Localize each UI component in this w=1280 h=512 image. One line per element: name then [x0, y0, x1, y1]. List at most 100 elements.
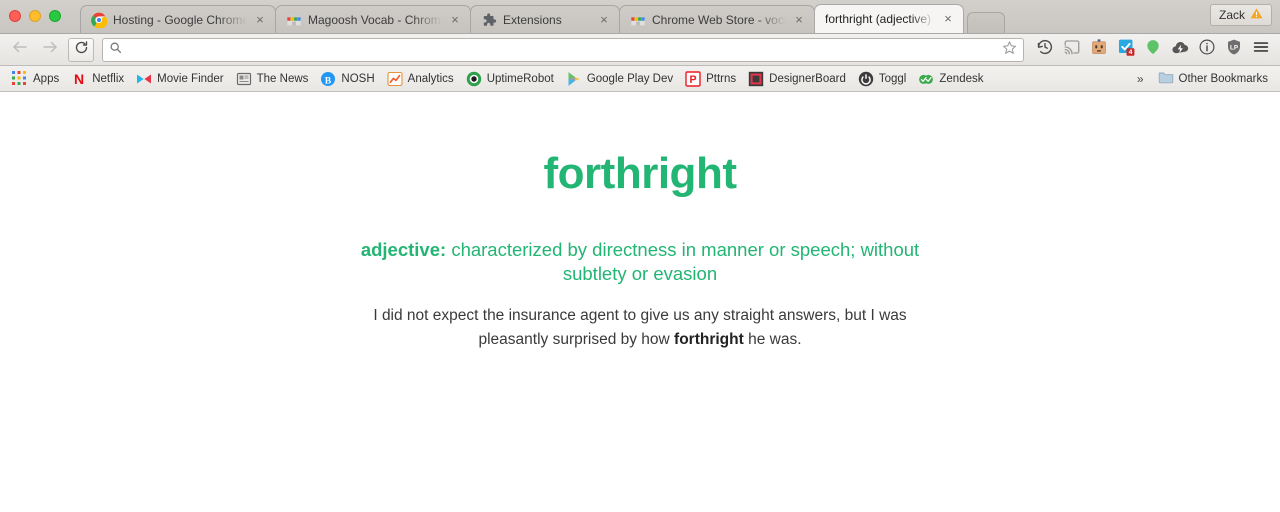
tab-title: Chrome Web Store - vocab	[652, 12, 786, 27]
tab-extensions[interactable]: Extensions ×	[470, 5, 620, 33]
extension-history-clock[interactable]	[1032, 37, 1058, 63]
tab-hosting-google-chrome[interactable]: Hosting - Google Chrome ×	[80, 5, 276, 33]
part-of-speech: adjective:	[360, 239, 447, 261]
pttrns-icon: P	[685, 70, 701, 87]
bookmark-uptimerobot[interactable]: UptimeRobot	[460, 69, 560, 89]
bookmark-netflix[interactable]: N Netflix	[65, 69, 130, 89]
bookmark-label: Other Bookmarks	[1178, 72, 1268, 85]
bookmark-movie-finder[interactable]: Movie Finder	[130, 69, 229, 89]
bookmark-label: DesignerBoard	[769, 72, 846, 85]
bookmark-label: The News	[256, 72, 309, 85]
star-icon[interactable]	[1002, 40, 1017, 60]
news-icon	[236, 71, 252, 87]
apps-grid-icon	[12, 70, 28, 87]
tab-close-button[interactable]: ×	[941, 12, 955, 26]
bookmark-apps[interactable]: Apps	[6, 69, 65, 89]
forward-arrow-icon	[41, 38, 59, 61]
reload-button[interactable]	[68, 37, 94, 62]
bookmark-label: Toggl	[878, 72, 907, 85]
netflix-icon: N	[71, 71, 87, 87]
bookmark-toggl[interactable]: Toggl	[852, 69, 913, 89]
tab-list: Hosting - Google Chrome × Magoosh Vocab …	[80, 0, 1005, 33]
extension-location-pin[interactable]	[1140, 37, 1166, 63]
info-circle-icon	[1198, 38, 1216, 61]
chrome-webstore-icon	[286, 12, 302, 28]
tab-magoosh-vocab[interactable]: Magoosh Vocab - Chrome ×	[275, 5, 471, 33]
extension-robot[interactable]	[1086, 37, 1112, 63]
movie-finder-icon	[136, 71, 152, 87]
tab-title: Hosting - Google Chrome	[113, 12, 247, 27]
extension-info[interactable]	[1194, 37, 1220, 63]
tab-close-button[interactable]: ×	[253, 13, 267, 27]
svg-text:B: B	[325, 75, 332, 86]
window-traffic-lights	[9, 10, 61, 22]
bookmark-other-bookmarks[interactable]: Other Bookmarks	[1152, 67, 1274, 90]
back-arrow-icon	[11, 38, 29, 61]
location-pin-icon	[1144, 38, 1162, 61]
cast-icon	[1063, 38, 1081, 61]
extension-checkbox[interactable]: 4	[1113, 37, 1139, 63]
browser-toolbar: 4 LP	[0, 34, 1280, 66]
tab-title: Extensions	[503, 12, 562, 27]
chrome-logo-icon	[91, 12, 108, 29]
reload-icon	[74, 40, 89, 60]
bookmark-label: UptimeRobot	[486, 72, 554, 85]
new-tab-button[interactable]	[967, 12, 1005, 33]
tab-title: forthright (adjective)	[825, 12, 932, 26]
zoom-window-button[interactable]	[49, 10, 61, 22]
hamburger-menu-icon	[1252, 38, 1270, 61]
example-prefix: I did not expect the insurance agent to …	[373, 306, 907, 348]
chrome-webstore-icon	[630, 12, 646, 28]
uptimerobot-icon	[466, 71, 482, 87]
bookmark-google-play-dev[interactable]: Google Play Dev	[560, 69, 679, 89]
svg-text:N: N	[74, 71, 84, 87]
back-button[interactable]	[6, 37, 34, 63]
chrome-menu-button[interactable]	[1248, 37, 1274, 63]
extension-icon-list: 4 LP	[1032, 37, 1274, 63]
bookmark-label: Zendesk	[939, 72, 984, 85]
analytics-icon	[387, 71, 403, 87]
tab-chrome-web-store[interactable]: Chrome Web Store - vocab ×	[619, 5, 815, 33]
bookmark-designerboard[interactable]: DesignerBoard	[742, 69, 852, 89]
bookmarks-overflow-button[interactable]: »	[1129, 72, 1152, 86]
bookmark-analytics[interactable]: Analytics	[381, 69, 460, 89]
definition-text: characterized by directness in manner or…	[451, 239, 920, 285]
bookmark-the-news[interactable]: The News	[230, 69, 315, 89]
bookmarks-bar: Apps N Netflix Movie Finder The News B N…	[0, 66, 1280, 92]
shield-lastpass-icon: LP	[1225, 38, 1243, 61]
tab-title: Magoosh Vocab - Chrome	[308, 12, 442, 27]
zendesk-icon	[918, 71, 934, 87]
history-clock-icon	[1036, 38, 1054, 61]
tab-close-button[interactable]: ×	[597, 13, 611, 27]
robot-icon	[1090, 38, 1108, 61]
checkbox-icon: 4	[1117, 38, 1136, 62]
address-bar[interactable]	[102, 37, 1024, 62]
bookmark-nosh[interactable]: B NOSH	[314, 69, 380, 89]
extension-badge-count: 4	[1128, 49, 1132, 56]
bookmark-label: Netflix	[92, 72, 125, 85]
puzzle-piece-icon	[481, 12, 497, 28]
example-highlight-word: forthright	[674, 330, 744, 348]
warning-triangle-icon	[1250, 7, 1263, 23]
bookmark-pttrns[interactable]: P Pttrns	[679, 69, 742, 89]
nosh-icon: B	[320, 71, 336, 87]
forward-button[interactable]	[36, 37, 64, 63]
example-sentence: I did not expect the insurance agent to …	[355, 304, 925, 352]
tab-close-button[interactable]: ×	[448, 13, 462, 27]
profile-button[interactable]: Zack	[1209, 4, 1272, 26]
extension-lastpass-shield[interactable]: LP	[1221, 37, 1247, 63]
cloud-bolt-icon	[1171, 38, 1190, 62]
tab-strip: Hosting - Google Chrome × Magoosh Vocab …	[0, 0, 1280, 34]
extension-cloud-bolt[interactable]	[1167, 37, 1193, 63]
close-window-button[interactable]	[9, 10, 21, 22]
bookmark-zendesk[interactable]: Zendesk	[912, 69, 989, 89]
bookmark-label: Pttrns	[706, 72, 737, 85]
minimize-window-button[interactable]	[29, 10, 41, 22]
extension-cast[interactable]	[1059, 37, 1085, 63]
bookmark-label: Google Play Dev	[586, 72, 674, 85]
svg-text:P: P	[690, 74, 697, 86]
bookmark-label: Analytics	[407, 72, 454, 85]
tab-close-button[interactable]: ×	[792, 13, 806, 27]
tab-forthright-adjective[interactable]: forthright (adjective) ×	[814, 4, 964, 33]
address-input[interactable]	[122, 39, 1002, 60]
